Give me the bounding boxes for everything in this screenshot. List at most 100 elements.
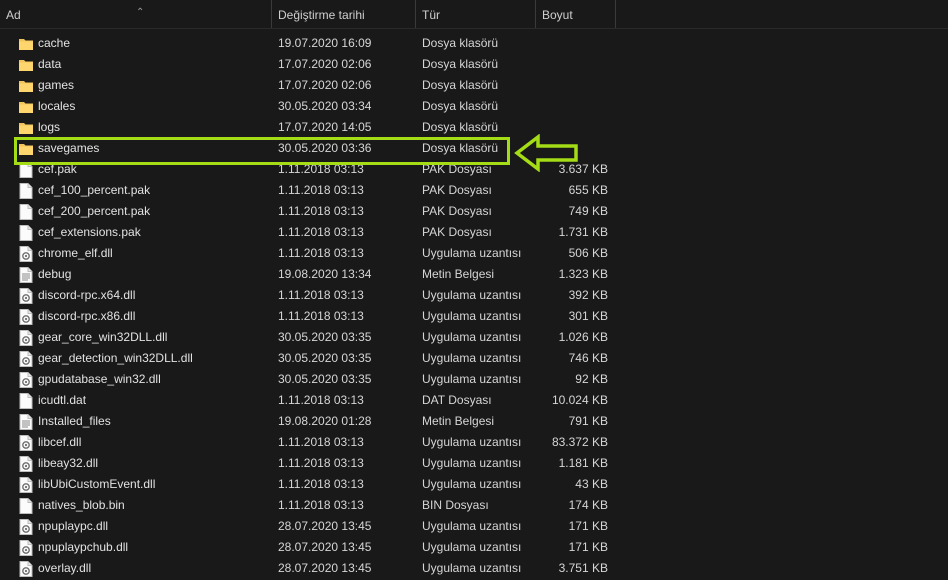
- dll-icon: [19, 540, 33, 556]
- file-date: 28.07.2020 13:45: [278, 540, 372, 554]
- dll-icon: [19, 477, 33, 493]
- file-row[interactable]: games 17.07.2020 02:06 Dosya klasörü: [0, 75, 948, 96]
- column-header-type[interactable]: Tür: [416, 0, 536, 28]
- file-name: cache: [38, 36, 71, 50]
- file-date: 28.07.2020 13:45: [278, 561, 372, 575]
- file-icon: [19, 204, 33, 220]
- file-name: data: [38, 57, 62, 71]
- file-name: npuplaypchub.dll: [38, 540, 129, 554]
- file-type: Metin Belgesi: [422, 414, 495, 428]
- file-row[interactable]: discord-rpc.x86.dll 1.11.2018 03:13 Uygula…: [0, 306, 948, 327]
- file-row[interactable]: debug 19.08.2020 13:34 Metin Belgesi 1.323 …: [0, 264, 948, 285]
- text-file-icon: [19, 414, 33, 430]
- file-row[interactable]: natives_blob.bin 1.11.2018 03:13 BIN Dosya…: [0, 495, 948, 516]
- file-row[interactable]: logs 17.07.2020 14:05 Dosya klasörü: [0, 117, 948, 138]
- file-name: gear_detection_win32DLL.dll: [38, 351, 193, 365]
- file-date: 1.11.2018 03:13: [278, 288, 364, 302]
- file-type: Uygulama uzantısı: [422, 435, 522, 449]
- file-date: 1.11.2018 03:13: [278, 183, 364, 197]
- file-type: PAK Dosyası: [422, 225, 492, 239]
- text-file-icon: [19, 267, 33, 283]
- file-size: 1.731 KB: [558, 225, 608, 239]
- file-row[interactable]: locales 30.05.2020 03:34 Dosya klasörü: [0, 96, 948, 117]
- file-row[interactable]: cef_200_percent.pak 1.11.2018 03:13 PAK Do…: [0, 201, 948, 222]
- file-row[interactable]: libcef.dll 1.11.2018 03:13 Uygulama uzantı…: [0, 432, 948, 453]
- column-header-bar: Ad ⌃ Değiştirme tarihi Tür Boyut: [0, 0, 948, 29]
- file-size: 506 KB: [568, 246, 608, 260]
- file-row[interactable]: gear_detection_win32DLL.dll 30.05.2020 03…: [0, 348, 948, 369]
- file-size: 171 KB: [568, 540, 608, 554]
- folder-icon: [19, 120, 33, 136]
- folder-icon: [19, 57, 33, 73]
- file-icon: [19, 183, 33, 199]
- file-row[interactable]: data 17.07.2020 02:06 Dosya klasörü: [0, 54, 948, 75]
- file-icon: [19, 225, 33, 241]
- column-header-size[interactable]: Boyut: [536, 0, 616, 28]
- file-size: [540, 33, 608, 54]
- file-date: 19.08.2020 13:34: [278, 267, 372, 281]
- file-date: 17.07.2020 02:06: [278, 57, 372, 71]
- file-row[interactable]: npuplaypchub.dll 28.07.2020 13:45 Uygulama…: [0, 537, 948, 558]
- file-name: discord-rpc.x86.dll: [38, 309, 136, 323]
- file-row[interactable]: cef_100_percent.pak 1.11.2018 03:13 PAK Do…: [0, 180, 948, 201]
- file-row[interactable]: chrome_elf.dll 1.11.2018 03:13 Uygulama uz…: [0, 243, 948, 264]
- file-size: [540, 75, 608, 96]
- file-name: discord-rpc.x64.dll: [38, 288, 136, 302]
- file-row[interactable]: discord-rpc.x64.dll 1.11.2018 03:13 Uygula…: [0, 285, 948, 306]
- file-row[interactable]: libeay32.dll 1.11.2018 03:13 Uygulama uzan…: [0, 453, 948, 474]
- file-date: 30.05.2020 03:35: [278, 372, 372, 386]
- file-row[interactable]: gpudatabase_win32.dll 30.05.2020 03:35 Uyg…: [0, 369, 948, 390]
- file-row[interactable]: overlay.dll 28.07.2020 13:45 Uygulama uzan…: [0, 558, 948, 579]
- file-size: 791 KB: [568, 414, 608, 428]
- file-type: BIN Dosyası: [422, 498, 489, 512]
- column-header-date-label: Değiştirme tarihi: [278, 8, 365, 22]
- file-row[interactable]: libUbiCustomEvent.dll 1.11.2018 03:13 Uygu…: [0, 474, 948, 495]
- file-name: libeay32.dll: [38, 456, 99, 470]
- dll-icon: [19, 372, 33, 388]
- file-date: 30.05.2020 03:35: [278, 351, 372, 365]
- file-date: 1.11.2018 03:13: [278, 477, 364, 491]
- file-row[interactable]: cache 19.07.2020 16:09 Dosya klasörü: [0, 33, 948, 54]
- file-size: 301 KB: [568, 309, 608, 323]
- file-row[interactable]: gear_core_win32DLL.dll 30.05.2020 03:35 Uy…: [0, 327, 948, 348]
- file-size: 83.372 KB: [551, 435, 608, 449]
- file-date: 19.07.2020 16:09: [278, 36, 372, 50]
- file-type: DAT Dosyası: [422, 393, 492, 407]
- left-arrow-icon: [514, 134, 578, 172]
- file-date: 28.07.2020 13:45: [278, 519, 372, 533]
- file-name: npuplaypc.dll: [38, 519, 109, 533]
- file-name: overlay.dll: [38, 561, 92, 575]
- file-row[interactable]: npuplaypc.dll 28.07.2020 13:45 Uygulama uz…: [0, 516, 948, 537]
- file-type: Uygulama uzantısı: [422, 351, 522, 365]
- file-size: 3.751 KB: [558, 561, 608, 575]
- file-size: [540, 54, 608, 75]
- file-date: 1.11.2018 03:13: [278, 246, 364, 260]
- file-date: 1.11.2018 03:13: [278, 498, 364, 512]
- file-type: Dosya klasörü: [422, 99, 499, 113]
- file-type: Uygulama uzantısı: [422, 477, 522, 491]
- folder-icon: [19, 99, 33, 115]
- dll-icon: [19, 288, 33, 304]
- file-date: 17.07.2020 14:05: [278, 120, 372, 134]
- file-date: 1.11.2018 03:13: [278, 456, 364, 470]
- file-name: debug: [38, 267, 72, 281]
- file-name: logs: [38, 120, 61, 134]
- file-row[interactable]: icudtl.dat 1.11.2018 03:13 DAT Dosyası 10.0…: [0, 390, 948, 411]
- column-header-date[interactable]: Değiştirme tarihi: [272, 0, 416, 28]
- file-icon: [19, 393, 33, 409]
- file-row[interactable]: cef_extensions.pak 1.11.2018 03:13 PAK Dos…: [0, 222, 948, 243]
- file-name: games: [38, 78, 75, 92]
- file-type: Uygulama uzantısı: [422, 561, 522, 575]
- folder-icon: [19, 36, 33, 52]
- file-type: Dosya klasörü: [422, 57, 499, 71]
- file-size: 171 KB: [568, 519, 608, 533]
- dll-icon: [19, 351, 33, 367]
- column-header-name[interactable]: Ad ⌃: [0, 0, 272, 28]
- file-row[interactable]: Installed_files 19.08.2020 01:28 Metin Bel…: [0, 411, 948, 432]
- file-type: Uygulama uzantısı: [422, 372, 522, 386]
- file-name: icudtl.dat: [38, 393, 87, 407]
- file-date: 30.05.2020 03:34: [278, 99, 372, 113]
- file-size: 1.026 KB: [558, 330, 608, 344]
- file-type: Dosya klasörü: [422, 120, 499, 134]
- file-size: 1.181 KB: [558, 456, 608, 470]
